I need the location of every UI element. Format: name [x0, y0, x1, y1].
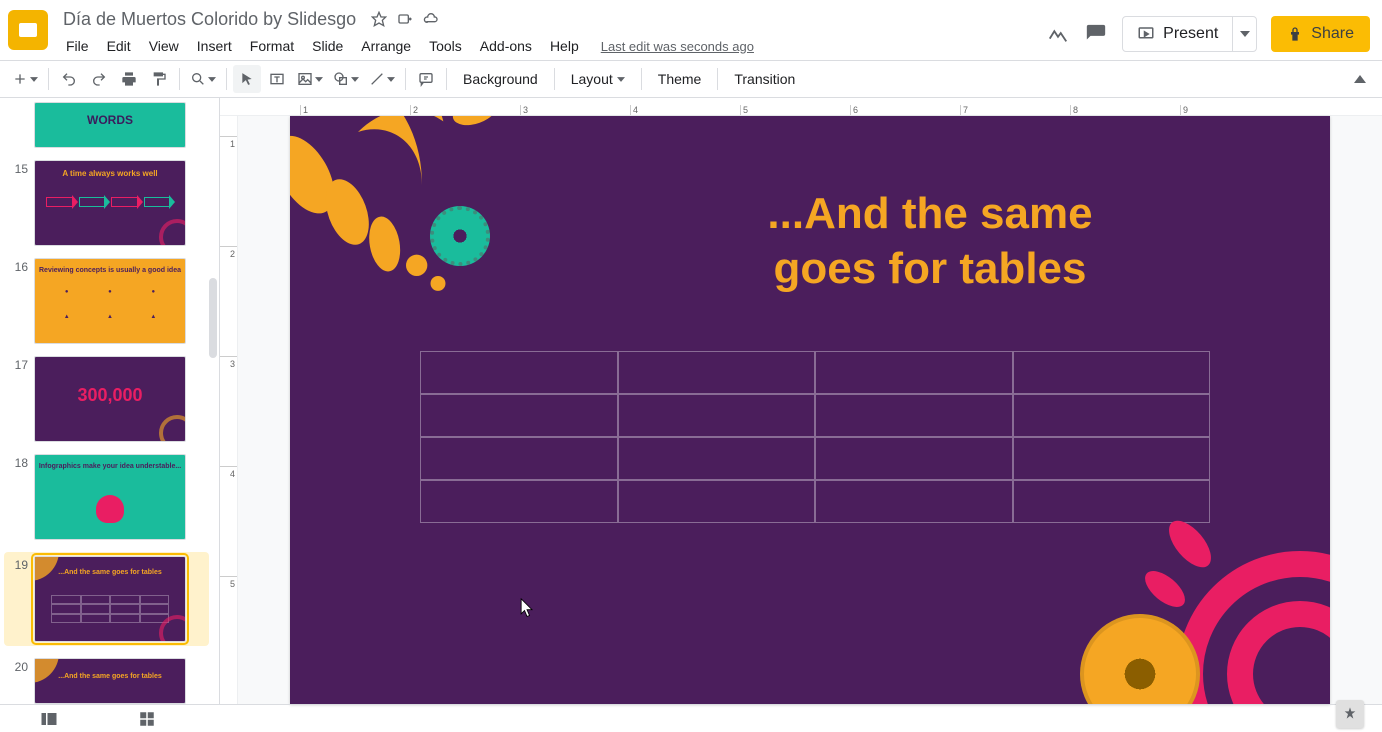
layout-label: Layout: [571, 71, 613, 87]
background-button[interactable]: Background: [453, 65, 548, 93]
slide-thumb-16[interactable]: Reviewing concepts is usually a good ide…: [34, 258, 186, 344]
menu-arrange[interactable]: Arrange: [353, 34, 419, 58]
filmstrip-scrollbar[interactable]: [209, 278, 217, 358]
grid-view-icon[interactable]: [138, 710, 156, 728]
slide-number: 17: [4, 356, 34, 372]
redo-button[interactable]: [85, 65, 113, 93]
explore-button[interactable]: [1336, 700, 1364, 728]
current-slide[interactable]: ...And the same goes for tables: [290, 116, 1330, 704]
present-dropdown[interactable]: [1232, 17, 1256, 51]
slide-number: [4, 102, 34, 104]
activity-dashboard-icon[interactable]: [1046, 22, 1070, 46]
slide-thumb-14[interactable]: WORDS: [34, 102, 186, 148]
share-button[interactable]: Share: [1271, 16, 1370, 52]
textbox-tool[interactable]: [263, 65, 291, 93]
comment-tool[interactable]: [412, 65, 440, 93]
thumb-title: A time always works well: [35, 169, 185, 178]
thumb-title: WORDS: [87, 113, 133, 127]
document-title-input[interactable]: Día de Muertos Colorido by Slidesgo: [58, 6, 361, 33]
menu-edit[interactable]: Edit: [99, 34, 139, 58]
menu-help[interactable]: Help: [542, 34, 587, 58]
present-button[interactable]: Present: [1123, 17, 1232, 51]
slide-number: 16: [4, 258, 34, 274]
line-tool[interactable]: [365, 65, 399, 93]
toolbar: Background Layout Theme Transition: [0, 60, 1382, 98]
collapse-toolbar-icon[interactable]: [1346, 65, 1374, 93]
thumb-title: 300,000: [35, 385, 185, 406]
thumb-title: Reviewing concepts is usually a good ide…: [35, 267, 185, 274]
menu-view[interactable]: View: [141, 34, 187, 58]
mouse-cursor-icon: [520, 598, 534, 618]
undo-button[interactable]: [55, 65, 83, 93]
slide-number: 18: [4, 454, 34, 470]
layout-button[interactable]: Layout: [561, 65, 635, 93]
present-label: Present: [1163, 25, 1218, 43]
last-edit-link[interactable]: Last edit was seconds ago: [601, 39, 754, 54]
menu-addons[interactable]: Add-ons: [472, 34, 540, 58]
paint-format-button[interactable]: [145, 65, 173, 93]
flower-decoration-teal: [430, 206, 490, 266]
move-icon[interactable]: [397, 11, 413, 27]
horizontal-ruler[interactable]: 123456789: [220, 98, 1382, 116]
thumb-title: Infographics make your idea understable.…: [35, 463, 185, 470]
menu-slide[interactable]: Slide: [304, 34, 351, 58]
comments-icon[interactable]: [1084, 22, 1108, 46]
app-logo-slides[interactable]: [8, 10, 48, 50]
filmstrip-view-icon[interactable]: [40, 710, 58, 728]
slide-title-text[interactable]: ...And the same goes for tables: [590, 186, 1270, 296]
select-tool[interactable]: [233, 65, 261, 93]
slide-number: 19: [4, 556, 34, 572]
image-tool[interactable]: [293, 65, 327, 93]
star-icon[interactable]: [371, 11, 387, 27]
filmstrip-panel[interactable]: WORDS 15 A time always works well: [0, 98, 220, 704]
footer-bar: [0, 704, 1382, 732]
slide-number: 15: [4, 160, 34, 176]
thumb-title: ...And the same goes for tables: [35, 673, 185, 680]
slide-thumb-18[interactable]: Infographics make your idea understable.…: [34, 454, 186, 540]
new-slide-button[interactable]: [8, 65, 42, 93]
slide-canvas-area: 123456789 12345: [220, 98, 1382, 704]
slide-title-line2: goes for tables: [774, 244, 1087, 293]
slide-thumb-15[interactable]: A time always works well: [34, 160, 186, 246]
slide-thumb-19[interactable]: ...And the same goes for tables: [34, 556, 186, 642]
shape-tool[interactable]: [329, 65, 363, 93]
vertical-ruler[interactable]: 12345: [220, 116, 238, 704]
thumb-title: ...And the same goes for tables: [35, 569, 185, 576]
slide-number: 20: [4, 658, 34, 674]
menu-file[interactable]: File: [58, 34, 97, 58]
menu-tools[interactable]: Tools: [421, 34, 470, 58]
menu-insert[interactable]: Insert: [189, 34, 240, 58]
swirl-decoration-top-left: [290, 116, 550, 356]
menu-format[interactable]: Format: [242, 34, 302, 58]
theme-button[interactable]: Theme: [648, 65, 712, 93]
header-bar: Día de Muertos Colorido by Slidesgo File…: [0, 0, 1382, 60]
print-button[interactable]: [115, 65, 143, 93]
slide-thumb-17[interactable]: 300,000: [34, 356, 186, 442]
cloud-saved-icon[interactable]: [423, 11, 439, 27]
transition-button[interactable]: Transition: [724, 65, 805, 93]
menu-bar: File Edit View Insert Format Slide Arran…: [58, 32, 1046, 60]
slide-thumb-20[interactable]: ...And the same goes for tables: [34, 658, 186, 704]
share-label: Share: [1311, 25, 1354, 43]
zoom-button[interactable]: [186, 65, 220, 93]
slides-logo-inner: [19, 23, 37, 37]
slide-title-line1: ...And the same: [767, 189, 1092, 238]
